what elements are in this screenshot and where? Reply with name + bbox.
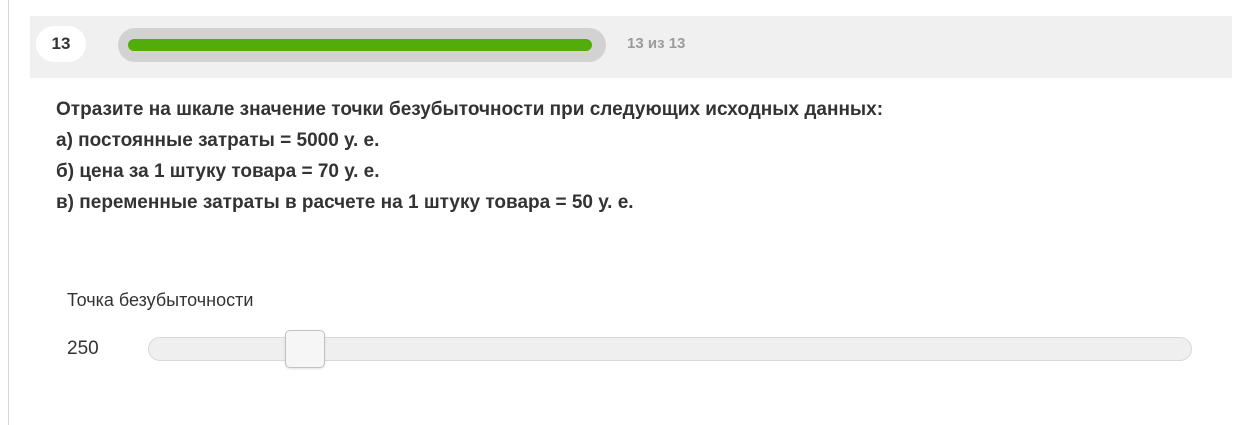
question-header: 13 13 из 13 (30, 16, 1232, 78)
question-item-c: в) переменные затраты в расчете на 1 шту… (56, 192, 634, 213)
question-item-a: а) постоянные затраты = 5000 у. е. (56, 130, 380, 151)
left-border (8, 0, 9, 425)
slider-label: Точка безубыточности (67, 290, 254, 310)
progress-bar-fill (128, 39, 592, 51)
question-number: 13 (51, 34, 71, 53)
question-prompt: Отразите на шкале значение точки безубыт… (56, 99, 884, 120)
question-text: Отразите на шкале значение точки безубыт… (56, 94, 883, 218)
question-item-b: б) цена за 1 штуку товара = 70 у. е. (56, 161, 380, 182)
progress-text: 13 из 13 (627, 35, 686, 52)
breakeven-slider[interactable] (148, 330, 1192, 368)
slider-value: 250 (67, 338, 99, 359)
question-number-badge: 13 (36, 26, 86, 62)
progress-bar (118, 28, 606, 62)
slider-thumb[interactable] (285, 330, 326, 368)
